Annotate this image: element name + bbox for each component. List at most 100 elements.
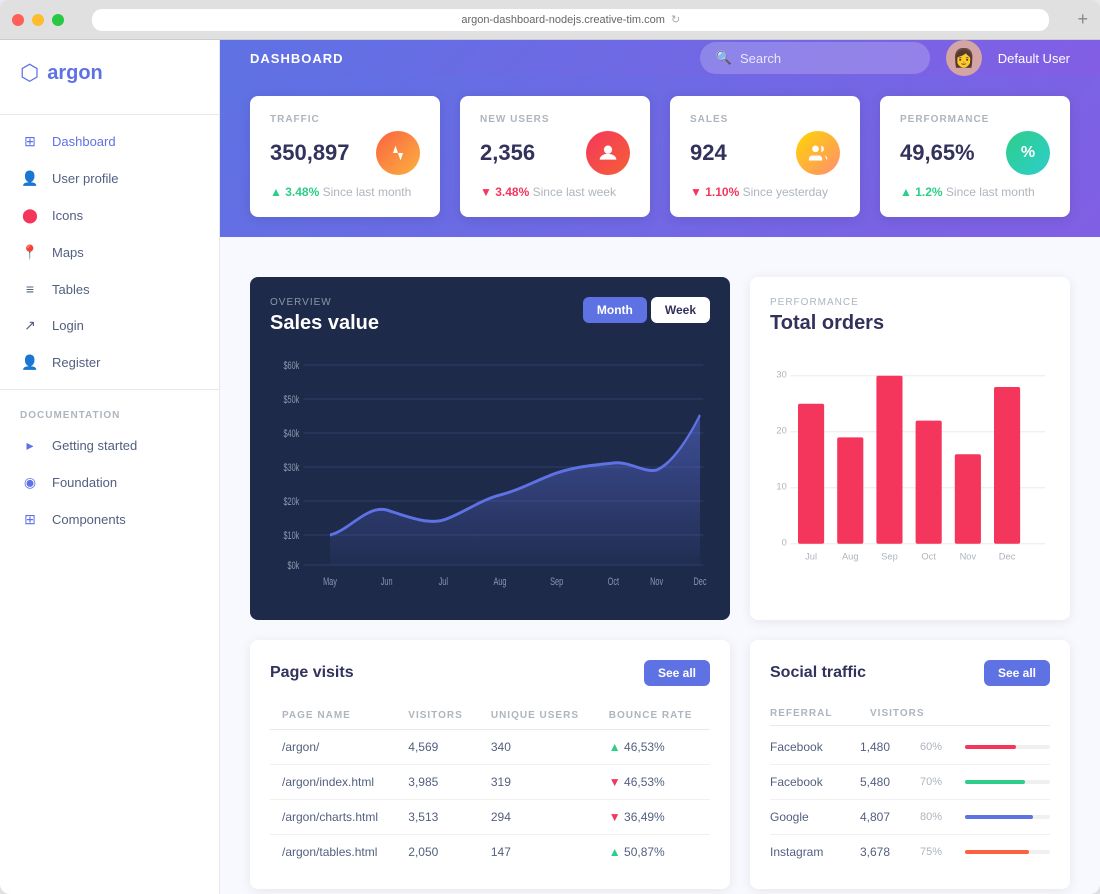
logo-icon: ⬡ xyxy=(20,60,39,86)
social-visitors: 5,480 xyxy=(860,775,910,789)
logo: ⬡ argon xyxy=(0,60,219,106)
cell-unique: 294 xyxy=(479,800,597,835)
sidebar-item-label: Foundation xyxy=(52,475,117,490)
maximize-button[interactable] xyxy=(52,14,64,26)
user-icon: 👤 xyxy=(20,170,40,187)
svg-text:Aug: Aug xyxy=(493,576,506,588)
sidebar-item-user-profile[interactable]: 👤 User profile xyxy=(0,160,219,197)
sidebar-item-foundation[interactable]: ◉ Foundation xyxy=(0,464,219,501)
stat-label: TRAFFIC xyxy=(270,114,420,125)
chart-meta: OVERVIEW Sales value xyxy=(270,297,379,335)
cell-page: /argon/index.html xyxy=(270,765,396,800)
sidebar-item-getting-started[interactable]: ▸ Getting started xyxy=(0,427,219,464)
cell-page: /argon/tables.html xyxy=(270,835,396,870)
sidebar-item-dashboard[interactable]: ⊞ Dashboard xyxy=(0,123,219,160)
page-visits-see-all-button[interactable]: See all xyxy=(644,660,710,686)
stat-label: NEW USERS xyxy=(480,114,630,125)
list-item: Facebook 1,480 60% xyxy=(770,730,1050,765)
stat-card-sales: SALES 924 ▼ 1.10% Since yesterday xyxy=(670,96,860,217)
social-traffic-see-all-button[interactable]: See all xyxy=(984,660,1050,686)
cell-visitors: 4,569 xyxy=(396,730,479,765)
svg-text:Nov: Nov xyxy=(960,552,977,562)
overview-label: OVERVIEW xyxy=(270,297,379,308)
sidebar-item-icons[interactable]: ⬤ Icons xyxy=(0,197,219,234)
url-bar[interactable]: argon-dashboard-nodejs.creative-tim.com … xyxy=(92,9,1049,31)
search-bar[interactable]: 🔍 Search xyxy=(700,42,930,74)
sidebar-item-login[interactable]: ↗ Login xyxy=(0,307,219,344)
bar-chart-svg: 30 20 10 0 xyxy=(770,351,1050,591)
stat-since: Since last week xyxy=(533,185,616,199)
social-pct: 75% xyxy=(920,846,955,858)
sidebar-item-tables[interactable]: ≡ Tables xyxy=(0,271,219,307)
svg-text:$10k: $10k xyxy=(283,530,299,542)
stat-footer: ▲ 1.2% Since last month xyxy=(900,185,1050,199)
sidebar-item-label: Maps xyxy=(52,245,84,260)
doc-section-label: DOCUMENTATION xyxy=(0,398,219,427)
stat-value-row: 49,65% % xyxy=(900,131,1050,175)
cell-unique: 147 xyxy=(479,835,597,870)
svg-text:$50k: $50k xyxy=(283,394,299,406)
stat-label: PERFORMANCE xyxy=(900,114,1050,125)
list-item: Facebook 5,480 70% xyxy=(770,765,1050,800)
login-icon: ↗ xyxy=(20,317,40,334)
getting-started-icon: ▸ xyxy=(20,437,40,454)
header-right: 🔍 Search 👩 Default User xyxy=(700,40,1070,76)
table-row: /argon/ 4,569 340 ▲ 46,53% xyxy=(270,730,710,765)
cell-bounce: ▲ 46,53% xyxy=(597,730,710,765)
social-bar-track xyxy=(965,745,1050,749)
tables-icon: ≡ xyxy=(20,281,40,297)
social-name: Facebook xyxy=(770,775,850,789)
stat-icon-performance: % xyxy=(1006,131,1050,175)
social-name: Facebook xyxy=(770,740,850,754)
svg-text:May: May xyxy=(323,576,337,588)
social-traffic-title: Social traffic xyxy=(770,664,866,682)
stat-value: 350,897 xyxy=(270,140,350,166)
stat-since: Since last month xyxy=(323,185,412,199)
cell-bounce: ▲ 50,87% xyxy=(597,835,710,870)
top-header: DASHBOARD 🔍 Search 👩 Default User xyxy=(220,40,1100,76)
stat-label: SALES xyxy=(690,114,840,125)
stat-footer: ▼ 3.48% Since last week xyxy=(480,185,630,199)
svg-text:$60k: $60k xyxy=(283,360,299,372)
stat-icon-traffic xyxy=(376,131,420,175)
stat-since: Since last month xyxy=(946,185,1035,199)
week-toggle-button[interactable]: Week xyxy=(651,297,710,323)
sidebar-item-label: User profile xyxy=(52,171,118,186)
sidebar-item-register[interactable]: 👤 Register xyxy=(0,344,219,381)
list-item: Instagram 3,678 75% xyxy=(770,835,1050,869)
minimize-button[interactable] xyxy=(32,14,44,26)
col-page-name: PAGE NAME xyxy=(270,702,396,730)
svg-text:Oct: Oct xyxy=(921,552,936,562)
sidebar-item-label: Getting started xyxy=(52,438,137,453)
cell-unique: 319 xyxy=(479,765,597,800)
stat-card-performance: PERFORMANCE 49,65% % ▲ 1.2% Since last m… xyxy=(880,96,1070,217)
social-bar-track xyxy=(965,815,1050,819)
social-visitors: 3,678 xyxy=(860,845,910,859)
sidebar-item-maps[interactable]: 📍 Maps xyxy=(0,234,219,271)
page-visits-header: Page visits See all xyxy=(270,660,710,686)
logo-text: argon xyxy=(47,62,103,85)
month-toggle-button[interactable]: Month xyxy=(583,297,647,323)
maps-icon: 📍 xyxy=(20,244,40,261)
close-button[interactable] xyxy=(12,14,24,26)
search-input[interactable]: Search xyxy=(740,51,781,66)
social-bar xyxy=(965,780,1025,784)
new-tab-button[interactable]: + xyxy=(1077,9,1088,30)
social-bar xyxy=(965,850,1029,854)
social-name: Instagram xyxy=(770,845,850,859)
social-col-referral: REFERRAL xyxy=(770,708,860,719)
svg-text:Jun: Jun xyxy=(381,576,393,588)
svg-text:$20k: $20k xyxy=(283,496,299,508)
social-bar xyxy=(965,745,1016,749)
sales-chart-svg: $60k $50k $40k $30k $20k $10k $0k May Ju… xyxy=(270,355,710,595)
cell-page: /argon/charts.html xyxy=(270,800,396,835)
cell-unique: 340 xyxy=(479,730,597,765)
cell-visitors: 3,985 xyxy=(396,765,479,800)
main-content: DASHBOARD 🔍 Search 👩 Default User TRAFFI… xyxy=(220,40,1100,894)
sidebar-item-components[interactable]: ⊞ Components xyxy=(0,501,219,538)
svg-text:$40k: $40k xyxy=(283,428,299,440)
stat-icon-sales xyxy=(796,131,840,175)
refresh-icon[interactable]: ↻ xyxy=(671,13,680,26)
sales-chart-card: OVERVIEW Sales value Month Week xyxy=(250,277,730,620)
sidebar: ⬡ argon ⊞ Dashboard 👤 User profile ⬤ Ico… xyxy=(0,40,220,894)
